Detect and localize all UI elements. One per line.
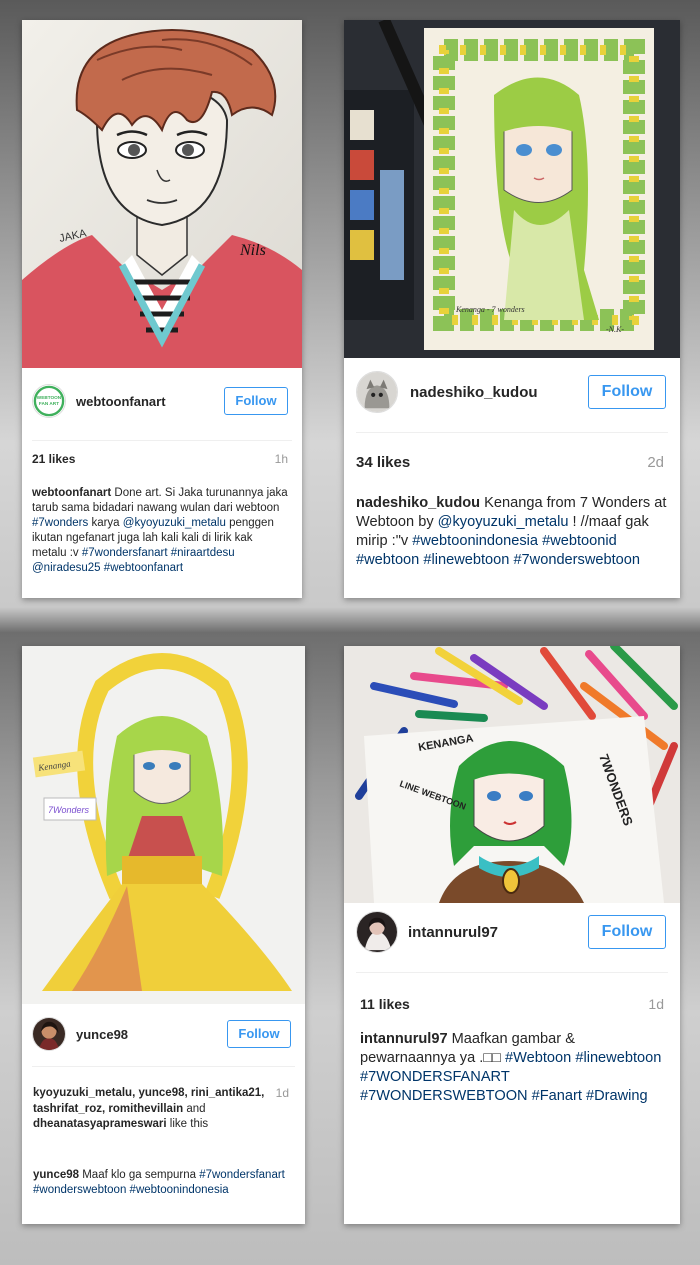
hashtag[interactable]: #webtoonid	[542, 533, 617, 549]
photo-label-kenanga: Kenanga - 7 wonders	[455, 305, 525, 314]
caption-username[interactable]: intannurul97	[360, 1031, 448, 1047]
likers-suffix: like this	[166, 1118, 209, 1131]
caption-text: Maaf klo ga sempurna	[79, 1169, 200, 1181]
mention[interactable]: @kyoyuzuki_metalu	[123, 517, 226, 529]
artist-signature: -N.K-	[606, 325, 624, 334]
artist-signature: Nils	[239, 242, 266, 259]
hashtag[interactable]: #linewebtoon	[423, 552, 509, 568]
post-card-nadeshiko-kudou: Kenanga - 7 wonders -N.K- nadeshiko_kudo…	[344, 20, 680, 598]
divider	[32, 440, 292, 441]
hashtag[interactable]: #Fanart	[532, 1088, 582, 1104]
post-time: 2d	[647, 454, 664, 471]
kenanga-marker-drawing: KENANGA LINE WEBTOON 7WONDERS	[344, 646, 680, 903]
divider	[356, 972, 668, 973]
divider	[356, 432, 668, 433]
post-card-webtoonfanart: JAKA Nils WEBTOON FAN ART webtoonfanart …	[22, 20, 302, 598]
likers-connector: and	[183, 1102, 206, 1115]
post-caption: yunce98 Maaf klo ga sempurna #7wondersfa…	[33, 1168, 291, 1198]
avatar[interactable]	[32, 1017, 66, 1051]
hashtag[interactable]: #Drawing	[586, 1088, 648, 1104]
follow-button[interactable]: Follow	[227, 1020, 291, 1048]
follow-button[interactable]: Follow	[588, 375, 666, 409]
kenanga-watercolor: Kenanga - 7 wonders -N.K-	[344, 20, 680, 358]
hashtag[interactable]: #Webtoon	[505, 1050, 571, 1066]
post-image[interactable]: Kenanga - 7 wonders -N.K-	[344, 20, 680, 358]
post-time: 1h	[274, 452, 288, 466]
avatar[interactable]: WEBTOON FAN ART	[32, 384, 66, 418]
divider	[32, 1066, 295, 1067]
post-time: 1d	[648, 996, 664, 1012]
likes-count[interactable]: 11 likes	[360, 996, 410, 1012]
hashtag[interactable]: #7wonderswebtoon	[513, 552, 640, 568]
post-image[interactable]: Kenanga 7Wonders	[22, 646, 305, 1004]
username[interactable]: yunce98	[76, 1027, 227, 1042]
svg-text:WEBTOON: WEBTOON	[37, 395, 62, 400]
mention[interactable]: @niradesu25	[32, 562, 101, 574]
post-caption: nadeshiko_kudou Kenanga from 7 Wonders a…	[356, 494, 668, 570]
post-card-intannurul97: KENANGA LINE WEBTOON 7WONDERS intannurul…	[344, 646, 680, 1224]
liker-name[interactable]: dheanatasyaprameswari	[33, 1118, 167, 1130]
hashtag[interactable]: #webtoonindonesia	[412, 533, 538, 549]
kenanga-yellow-dress: Kenanga 7Wonders	[22, 646, 305, 1004]
caption-username[interactable]: webtoonfanart	[32, 487, 111, 499]
hashtag[interactable]: #wonderswebtoon	[33, 1184, 126, 1196]
post-header: yunce98 Follow	[22, 1012, 305, 1056]
hashtag[interactable]: #7wondersfanart	[82, 547, 168, 559]
likes-count[interactable]: 21 likes	[32, 452, 75, 466]
caption-username[interactable]: yunce98	[33, 1169, 79, 1181]
svg-text:FAN ART: FAN ART	[39, 401, 59, 406]
jaka-drawing: JAKA Nils	[22, 20, 302, 368]
follow-button[interactable]: Follow	[224, 387, 288, 415]
caption-text: karya	[88, 516, 123, 529]
hashtag[interactable]: #webtoonfanart	[104, 562, 183, 574]
post-header: nadeshiko_kudou Follow	[344, 366, 680, 418]
liker-names[interactable]: kyoyuzuki_metalu, yunce98, rini_antika21…	[33, 1087, 264, 1115]
follow-button[interactable]: Follow	[588, 915, 666, 949]
hashtag[interactable]: #7WONDERSWEBTOON	[360, 1088, 528, 1104]
post-image[interactable]: JAKA Nils	[22, 20, 302, 368]
post-card-yunce98: Kenanga 7Wonders yunce98 Follow kyoyuzuk…	[22, 646, 305, 1224]
post-time: 1d	[275, 1086, 289, 1100]
mention[interactable]: @kyoyuzuki_metalu	[438, 514, 569, 530]
username[interactable]: webtoonfanart	[76, 394, 224, 409]
hashtag[interactable]: #7wonders	[32, 517, 88, 529]
hashtag[interactable]: #7WONDERSFANART	[360, 1069, 510, 1085]
avatar[interactable]	[356, 371, 398, 413]
hashtag[interactable]: #7wondersfanart	[199, 1169, 285, 1181]
post-header: WEBTOON FAN ART webtoonfanart Follow	[22, 378, 302, 424]
caption-username[interactable]: nadeshiko_kudou	[356, 495, 480, 511]
post-caption: intannurul97 Maafkan gambar & pewarnaann…	[360, 1030, 666, 1106]
hashtag[interactable]: #webtoon	[356, 552, 419, 568]
post-caption: webtoonfanart Done art. Si Jaka turunann…	[32, 486, 290, 576]
likers-list[interactable]: kyoyuzuki_metalu, yunce98, rini_antika21…	[33, 1086, 275, 1133]
photo-label-7wonders: 7Wonders	[48, 805, 90, 815]
likes-count[interactable]: 34 likes	[356, 454, 410, 471]
username[interactable]: intannurul97	[408, 924, 588, 941]
username[interactable]: nadeshiko_kudou	[410, 384, 588, 401]
hashtag[interactable]: #linewebtoon	[575, 1050, 661, 1066]
hashtag[interactable]: #webtoonindonesia	[130, 1184, 229, 1196]
post-image[interactable]: KENANGA LINE WEBTOON 7WONDERS	[344, 646, 680, 903]
avatar[interactable]	[356, 911, 398, 953]
post-header: intannurul97 Follow	[344, 908, 680, 956]
hashtag[interactable]: #niraartdesu	[171, 547, 235, 559]
